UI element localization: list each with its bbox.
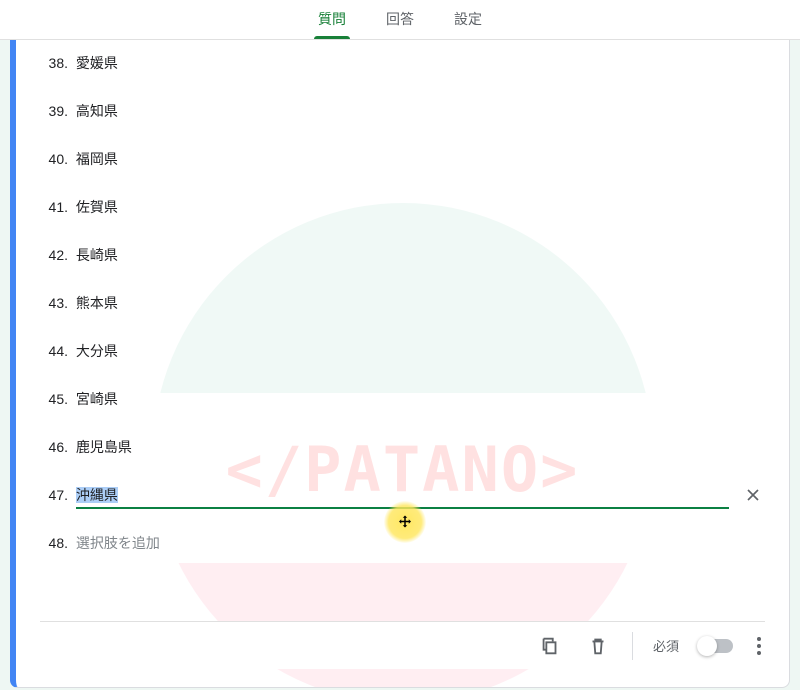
option-number: 41. <box>40 199 68 215</box>
option-row[interactable]: 41. 佐賀県 <box>40 183 765 231</box>
option-number: 45. <box>40 391 68 407</box>
form-tabs: 質問 回答 設定 <box>0 0 800 40</box>
required-label: 必須 <box>653 636 679 655</box>
option-number: 44. <box>40 343 68 359</box>
option-number: 43. <box>40 295 68 311</box>
option-label[interactable]: 長崎県 <box>76 241 765 269</box>
option-row[interactable]: 38. 愛媛県 <box>40 40 765 87</box>
option-row[interactable]: 42. 長崎県 <box>40 231 765 279</box>
option-row[interactable]: 43. 熊本県 <box>40 279 765 327</box>
duplicate-button[interactable] <box>536 632 564 660</box>
option-row-active[interactable]: 47. 沖縄県 <box>40 471 765 519</box>
more-menu-button[interactable] <box>753 637 765 655</box>
required-toggle[interactable] <box>699 639 733 653</box>
remove-option-button[interactable] <box>741 483 765 507</box>
option-label[interactable]: 福岡県 <box>76 145 765 173</box>
add-option-placeholder[interactable]: 選択肢を追加 <box>76 529 765 557</box>
question-card: </PATANO> 37. 香川県38. 愛媛県39. 高知県40. 福岡県41… <box>10 40 790 688</box>
add-option-row[interactable]: 48. 選択肢を追加 <box>40 519 765 567</box>
option-row[interactable]: 40. 福岡県 <box>40 135 765 183</box>
option-label[interactable]: 愛媛県 <box>76 49 765 77</box>
option-number: 39. <box>40 103 68 119</box>
option-label[interactable]: 高知県 <box>76 97 765 125</box>
tab-responses[interactable]: 回答 <box>382 9 418 39</box>
footer-divider <box>632 632 633 660</box>
delete-button[interactable] <box>584 632 612 660</box>
option-number: 47. <box>40 487 68 503</box>
option-number: 40. <box>40 151 68 167</box>
option-label[interactable]: 熊本県 <box>76 289 765 317</box>
option-number: 48. <box>40 535 68 551</box>
option-row[interactable]: 44. 大分県 <box>40 327 765 375</box>
option-input[interactable]: 沖縄県 <box>76 481 729 509</box>
option-row[interactable]: 39. 高知県 <box>40 87 765 135</box>
tab-questions[interactable]: 質問 <box>314 9 350 39</box>
option-number: 38. <box>40 55 68 71</box>
option-label[interactable]: 鹿児島県 <box>76 433 765 461</box>
option-label[interactable]: 佐賀県 <box>76 193 765 221</box>
option-row[interactable]: 45. 宮崎県 <box>40 375 765 423</box>
option-label[interactable]: 宮崎県 <box>76 385 765 413</box>
option-number: 42. <box>40 247 68 263</box>
option-label[interactable]: 大分県 <box>76 337 765 365</box>
option-row[interactable]: 46. 鹿児島県 <box>40 423 765 471</box>
tab-settings[interactable]: 設定 <box>450 9 486 39</box>
question-footer: 必須 <box>40 621 765 669</box>
option-list: 37. 香川県38. 愛媛県39. 高知県40. 福岡県41. 佐賀県42. 長… <box>40 40 765 567</box>
option-number: 46. <box>40 439 68 455</box>
